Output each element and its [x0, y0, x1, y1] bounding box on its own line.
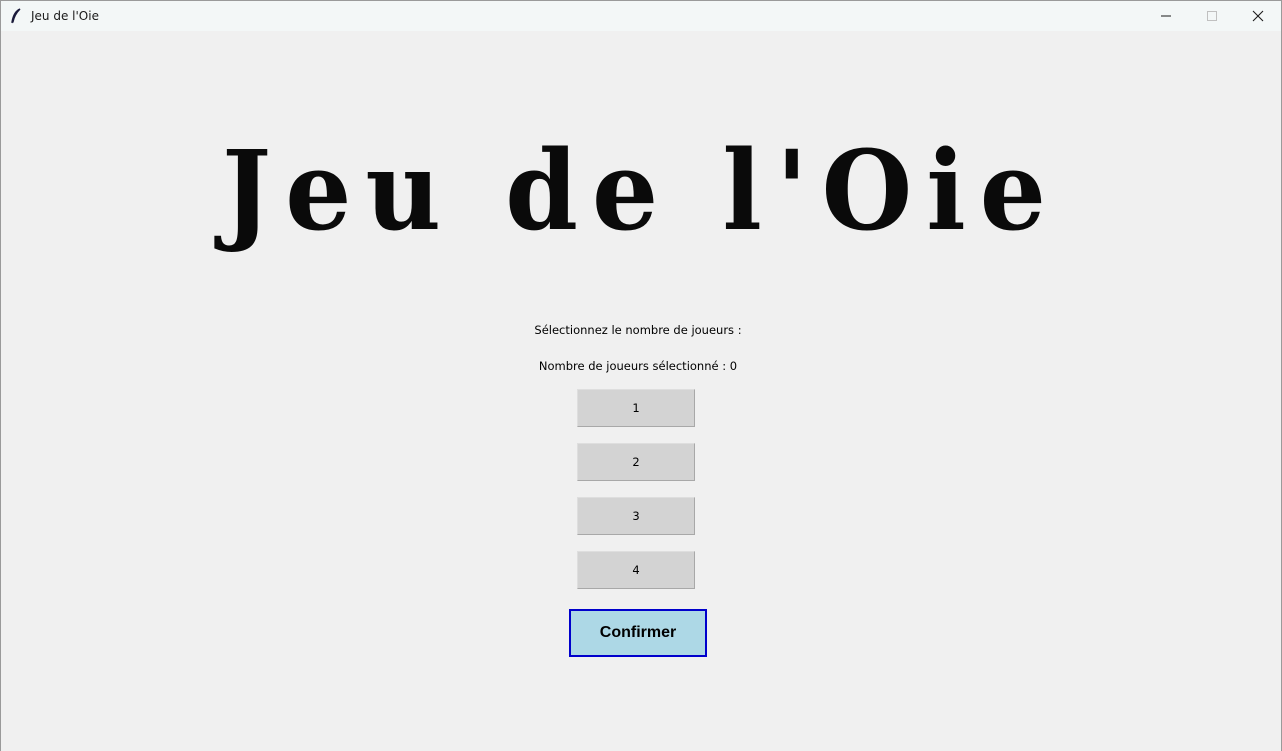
player-count-button-3[interactable]: 3 [577, 497, 695, 535]
window-title: Jeu de l'Oie [31, 9, 99, 23]
maximize-icon [1207, 11, 1217, 21]
feather-icon [1, 1, 31, 31]
player-count-button-4[interactable]: 4 [577, 551, 695, 589]
player-count-button-2[interactable]: 2 [577, 443, 695, 481]
game-title: Jeu de l'Oie [222, 125, 1060, 256]
close-icon [1252, 10, 1264, 22]
title-bar[interactable]: Jeu de l'Oie [1, 1, 1281, 31]
maximize-button[interactable] [1189, 1, 1235, 31]
confirm-button[interactable]: Confirmer [569, 609, 707, 657]
main-content: Jeu de l'Oie Sélectionnez le nombre de j… [1, 31, 1281, 751]
minimize-button[interactable] [1143, 1, 1189, 31]
close-button[interactable] [1235, 1, 1281, 31]
window-controls [1143, 1, 1281, 31]
select-players-prompt: Sélectionnez le nombre de joueurs : [534, 323, 742, 337]
player-count-button-1[interactable]: 1 [577, 389, 695, 427]
selected-players-count: Nombre de joueurs sélectionné : 0 [538, 359, 738, 373]
minimize-icon [1161, 15, 1171, 17]
app-window: Jeu de l'Oie Jeu de l'Oie Sélectionnez l… [0, 0, 1282, 751]
